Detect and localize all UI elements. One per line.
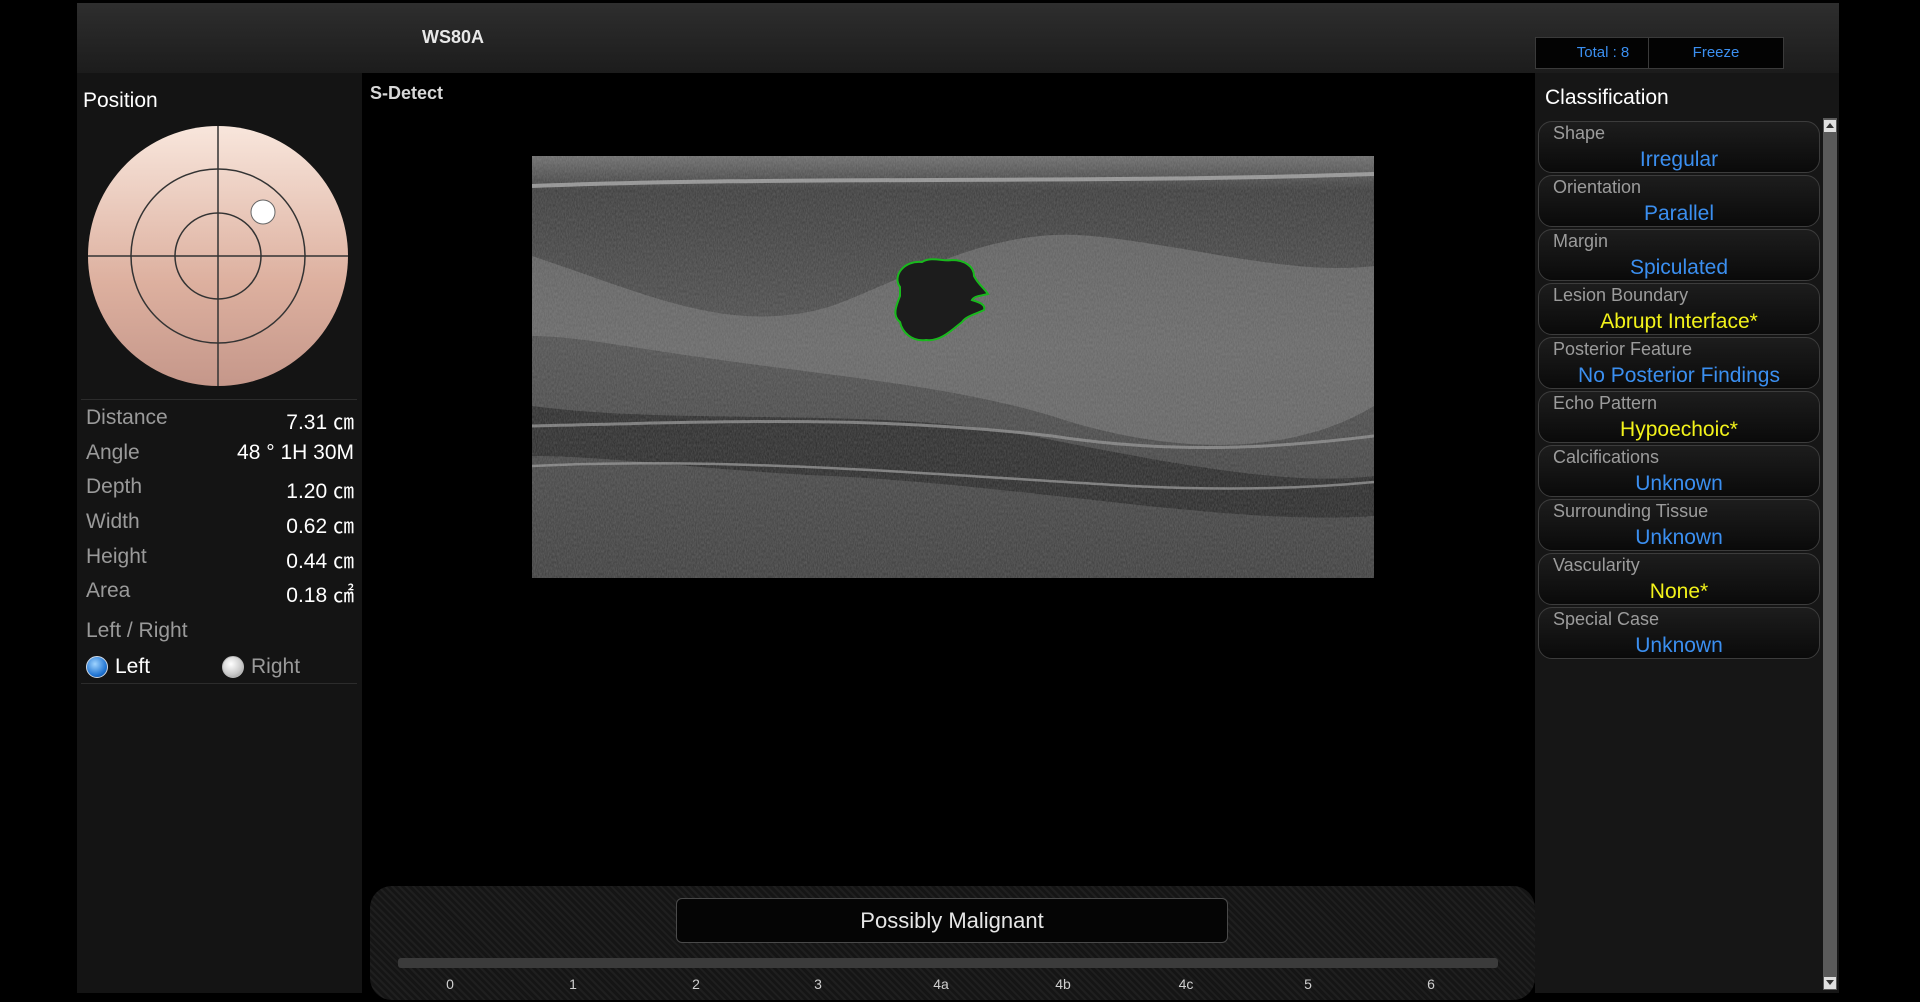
- classification-special-case[interactable]: Special Case Unknown: [1538, 607, 1820, 659]
- center-panel: S-Detect Possibly Malignant 0 1 2 3 4a 4…: [362, 73, 1550, 1000]
- classification-value: Unknown: [1635, 472, 1723, 495]
- radio-right-label: Right: [251, 655, 301, 678]
- scale-tick-label: 2: [692, 976, 700, 992]
- measurement-distance: Distance 7.31 ㎝: [86, 406, 354, 436]
- scale-tick-label: 1: [569, 976, 577, 992]
- speckle-texture: [532, 156, 1374, 578]
- classification-name: Vascularity: [1553, 555, 1640, 575]
- measurement-area: Area 0.18 ㎠: [86, 579, 354, 609]
- measurement-height: Height 0.44 ㎝: [86, 545, 354, 575]
- scale-tick-label: 0: [446, 976, 454, 992]
- measurement-value: 0.18 ㎠: [286, 584, 354, 607]
- classification-value: Parallel: [1643, 202, 1715, 225]
- classification-title: Classification: [1545, 86, 1669, 109]
- classification-margin[interactable]: Margin Spiculated: [1538, 229, 1820, 281]
- classification-surrounding-tissue[interactable]: Surrounding Tissue Unknown: [1538, 499, 1820, 551]
- scale-tick-label: 4c: [1178, 976, 1194, 992]
- measurement-value: 7.31 ㎝: [286, 411, 354, 434]
- measurement-label: Distance: [86, 406, 168, 429]
- classification-name: Orientation: [1553, 177, 1642, 197]
- position-dial[interactable]: [87, 125, 349, 387]
- measurement-label: Width: [86, 510, 140, 533]
- classification-name: Calcifications: [1553, 447, 1660, 467]
- radio-left-label: Left: [115, 655, 151, 678]
- radio-right[interactable]: Right: [222, 653, 300, 681]
- classification-name: Lesion Boundary: [1553, 285, 1689, 305]
- measurement-label: Depth: [86, 475, 143, 498]
- classification-scrollbar[interactable]: [1823, 118, 1837, 990]
- classification-name: Surrounding Tissue: [1553, 501, 1709, 521]
- app-window: WS80A Total : 8 Freeze Position Distance: [77, 3, 1839, 1000]
- scale-tick-label: 4b: [1055, 976, 1071, 992]
- measurement-value: 0.62 ㎝: [286, 515, 354, 538]
- radio-selected-icon: [86, 656, 108, 678]
- top-bar: WS80A Total : 8 Freeze: [77, 3, 1839, 73]
- scale-tick-label: 5: [1304, 976, 1312, 992]
- measurement-divider: [81, 683, 357, 684]
- classification-value: Unknown: [1635, 634, 1723, 657]
- classification-calcifications[interactable]: Calcifications Unknown: [1538, 445, 1820, 497]
- lesion-position-marker: [250, 199, 276, 225]
- measurement-label: Height: [86, 545, 147, 568]
- arrow-up-icon: [1826, 123, 1834, 128]
- classification-lesion-boundary[interactable]: Lesion Boundary Abrupt Interface*: [1538, 283, 1820, 335]
- classification-posterior-feature[interactable]: Posterior Feature No Posterior Findings: [1538, 337, 1820, 389]
- measurement-width: Width 0.62 ㎝: [86, 510, 354, 540]
- arrow-down-icon: [1826, 980, 1834, 985]
- scale-tick-label: 6: [1427, 976, 1435, 992]
- classification-panel: Classification Shape Irregular Orientati…: [1535, 73, 1839, 993]
- scale-tick-label: 3: [814, 976, 822, 992]
- left-panel: Position Distance 7.31 ㎝ Angle 48 ° 1H 3…: [77, 73, 362, 993]
- measurement-depth: Depth 1.20 ㎝: [86, 475, 354, 505]
- measurement-divider: [81, 399, 357, 400]
- left-right-label: Left / Right: [86, 619, 188, 642]
- classification-echo-pattern[interactable]: Echo Pattern Hypoechoic*: [1538, 391, 1820, 443]
- classification-name: Shape: [1553, 123, 1606, 143]
- measurement-label: Area: [86, 579, 131, 602]
- result-text: Possibly Malignant: [676, 898, 1228, 943]
- classification-name: Echo Pattern: [1553, 393, 1658, 413]
- s-detect-label: S-Detect: [370, 83, 444, 103]
- bi-rads-scale-track: [398, 958, 1498, 968]
- classification-value: Unknown: [1635, 526, 1723, 549]
- measurement-value: 1.20 ㎝: [286, 480, 354, 503]
- result-panel: Possibly Malignant 0 1 2 3 4a 4b 4c 5 6: [370, 886, 1535, 1000]
- classification-value: Abrupt Interface*: [1600, 310, 1758, 333]
- classification-orientation[interactable]: Orientation Parallel: [1538, 175, 1820, 227]
- scroll-down-button[interactable]: [1824, 977, 1836, 989]
- radio-left[interactable]: Left: [86, 653, 150, 681]
- device-name: WS80A: [422, 27, 485, 47]
- classification-value: Hypoechoic*: [1620, 418, 1738, 441]
- freeze-button[interactable]: Freeze: [1648, 37, 1784, 69]
- classification-value: Spiculated: [1629, 256, 1729, 279]
- scale-tick-label: 4a: [933, 976, 949, 992]
- classification-value: None*: [1649, 580, 1709, 603]
- classification-value: No Posterior Findings: [1578, 364, 1780, 387]
- classification-vascularity[interactable]: Vascularity None*: [1538, 553, 1820, 605]
- measurement-value: 48 ° 1H 30M: [237, 441, 354, 464]
- position-title: Position: [83, 89, 158, 112]
- classification-value: Irregular: [1639, 148, 1719, 171]
- classification-name: Margin: [1553, 231, 1609, 251]
- measurement-angle: Angle 48 ° 1H 30M: [86, 441, 354, 471]
- radio-unselected-icon: [222, 656, 244, 678]
- measurement-label: Angle: [86, 441, 140, 464]
- classification-shape[interactable]: Shape Irregular: [1538, 121, 1820, 173]
- classification-name: Special Case: [1553, 609, 1660, 629]
- classification-name: Posterior Feature: [1553, 339, 1693, 359]
- scroll-up-button[interactable]: [1824, 120, 1836, 132]
- measurement-value: 0.44 ㎝: [286, 550, 354, 573]
- ultrasound-image: [532, 156, 1374, 578]
